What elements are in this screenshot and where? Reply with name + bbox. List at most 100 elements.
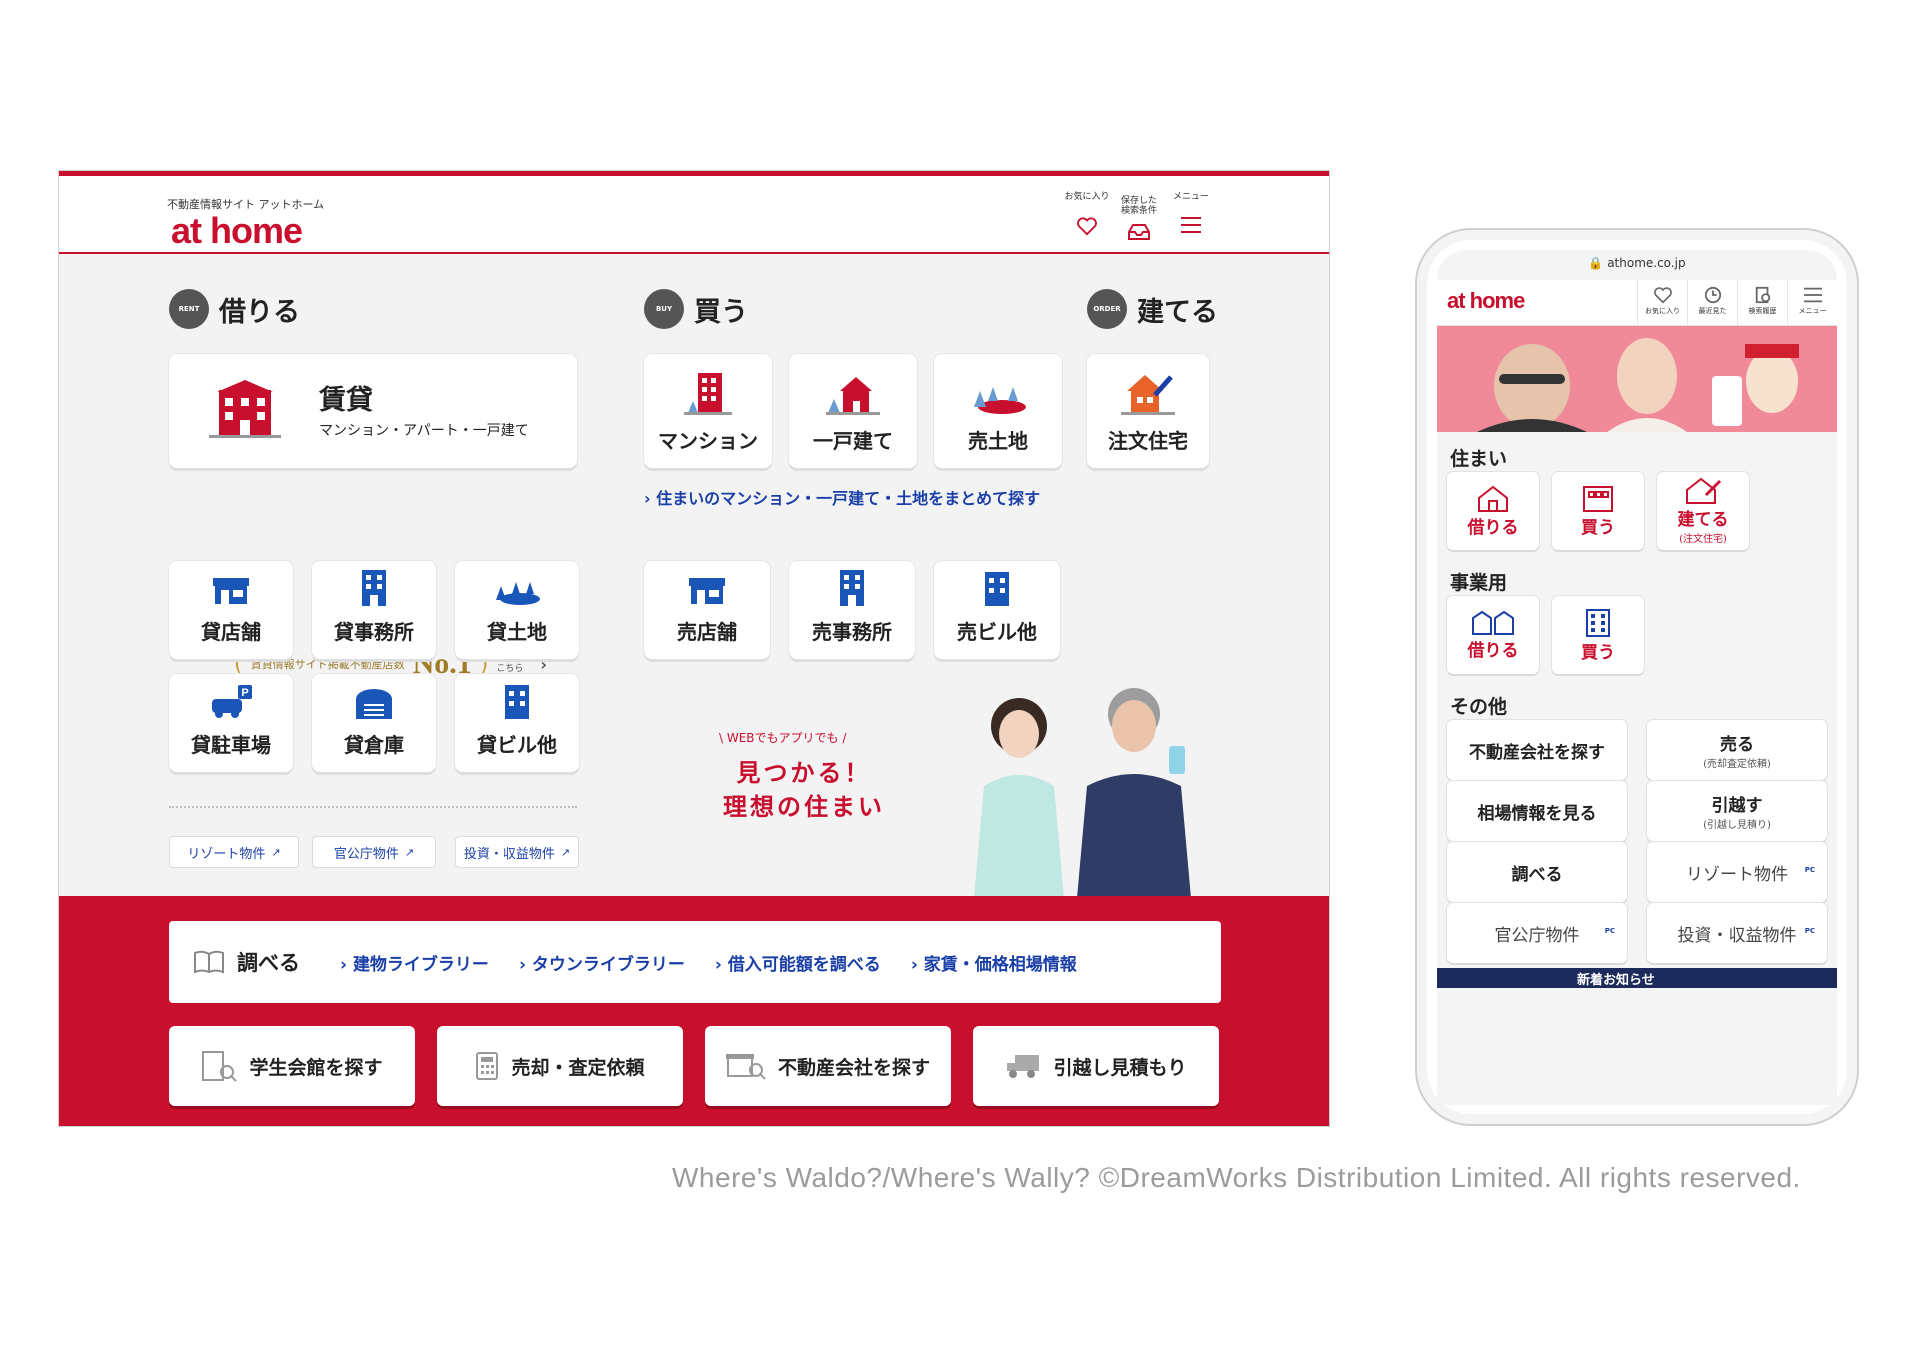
athome-logo[interactable]: at home: [171, 210, 303, 252]
sell-office-tile[interactable]: 売事務所: [789, 561, 915, 659]
phone-moving-button[interactable]: 引越す (引越し見積り): [1647, 781, 1827, 841]
document-search-icon: [1755, 286, 1770, 304]
promo-people-image: [974, 688, 1191, 898]
build-section-title: 建てる: [1137, 296, 1218, 328]
copyright-notice: Where's Waldo?/Where's Wally? ©DreamWork…: [672, 1162, 1801, 1193]
moving-estimate-button[interactable]: 引越し見積もり: [973, 1026, 1219, 1106]
phone-investment-button[interactable]: 投資・収益物件 PC: [1647, 903, 1827, 963]
land-icon: [974, 387, 1026, 414]
phone-athome-logo[interactable]: at home: [1447, 288, 1525, 314]
phone-home-build-label: 建てる: [1677, 510, 1729, 530]
phone-business-heading: 事業用: [1450, 572, 1508, 594]
phone-history-button[interactable]: 検索履歴: [1737, 280, 1787, 326]
promo-small-text: \ WEBでもアプリでも /: [719, 731, 847, 745]
phone-find-agency-button[interactable]: 不動産会社を探す: [1447, 720, 1627, 780]
phone-recent-button[interactable]: 最近見た: [1687, 280, 1737, 326]
sell-store-tile[interactable]: 売店舗: [644, 561, 770, 659]
town-library-link[interactable]: › タウンライブラリー: [519, 950, 685, 975]
menu-button[interactable]: メニュー: [1163, 192, 1219, 234]
calculator-icon: [476, 1052, 499, 1080]
rent-warehouse-label: 貸倉庫: [344, 733, 404, 757]
find-agency-button[interactable]: 不動産会社を探す: [705, 1026, 951, 1106]
buy-all-link[interactable]: › 住まいのマンション・一戸建て・土地をまとめて探す: [644, 485, 1040, 509]
promo-small-label: WEBでもアプリでも: [726, 731, 839, 745]
rent-store-tile[interactable]: 貸店舗: [169, 561, 293, 659]
promo-line2: 理想の住まい: [723, 793, 885, 821]
buy-badge-icon: BUY: [644, 289, 684, 329]
phone-history-label: 検索履歴: [1748, 307, 1777, 315]
buy-mansion-tile[interactable]: マンション: [644, 354, 772, 468]
house-outline-icon: [1478, 485, 1508, 512]
inbox-icon: [1128, 224, 1150, 240]
phone-market-label: 相場情報を見る: [1477, 803, 1597, 824]
parking-car-icon: P: [212, 685, 252, 718]
external-link-icon: ↗: [271, 845, 281, 859]
phone-home-buy-card[interactable]: 買う: [1552, 472, 1644, 550]
shop-outline-icon: [1472, 610, 1514, 635]
phone-government-button[interactable]: 官公庁物件 PC: [1447, 903, 1627, 963]
agency-search-icon: [725, 1054, 766, 1080]
phone-news-strip[interactable]: 新着お知らせ: [1437, 968, 1837, 988]
phone-home-build-card[interactable]: 建てる (注文住宅): [1657, 472, 1749, 550]
address-bar[interactable]: 🔒 athome.co.jp: [1437, 256, 1837, 270]
phone-sell-button[interactable]: 売る (売却査定依頼): [1647, 720, 1827, 780]
phone-resort-button[interactable]: リゾート物件 PC: [1647, 842, 1827, 902]
building-library-text: 建物ライブラリー: [352, 954, 489, 975]
phone-resort-label: リゾート物件: [1686, 864, 1788, 885]
buy-house-tile[interactable]: 一戸建て: [789, 354, 917, 468]
rent-badge-icon: RENT: [169, 289, 209, 329]
promo-headline: 見つかる！ 理想の住まい: [719, 756, 889, 824]
phone-home-buy-label: 買う: [1581, 517, 1615, 538]
svg-text:P: P: [241, 687, 248, 699]
investment-link[interactable]: 投資・収益物件 ↗: [455, 836, 579, 868]
buy-house-label: 一戸建て: [813, 429, 893, 453]
phone-research-button[interactable]: 調べる: [1447, 842, 1627, 902]
town-library-text: タウンライブラリー: [531, 954, 685, 975]
loan-calc-link[interactable]: › 借入可能額を調べる: [715, 950, 881, 975]
buy-all-link-text: 住まいのマンション・一戸建て・土地をまとめて探す: [656, 489, 1041, 508]
rent-parking-tile[interactable]: P 貸駐車場: [169, 674, 293, 772]
saved-search-button[interactable]: 保存した 検索条件: [1111, 186, 1167, 252]
build-badge-icon: ORDER: [1087, 289, 1127, 329]
government-link[interactable]: 官公庁物件 ↗: [312, 836, 436, 868]
pc-external-icon: PC: [1804, 927, 1815, 935]
sell-building-tile[interactable]: 売ビル他: [934, 561, 1060, 659]
build-custom-home-label: 注文住宅: [1108, 429, 1188, 453]
rent-land-tile[interactable]: 貸土地: [455, 561, 579, 659]
research-label-text: 調べる: [237, 951, 300, 975]
student-housing-button[interactable]: 学生会館を探す: [169, 1026, 415, 1106]
buy-land-tile[interactable]: 売土地: [934, 354, 1062, 468]
promo-line1: 見つかる！: [736, 759, 872, 787]
build-section-heading: ORDER 建てる: [1087, 289, 1218, 329]
rent-office-tile[interactable]: 貸事務所: [312, 561, 436, 659]
research-bar: 調べる › 建物ライブラリー › タウンライブラリー › 借入可能額を調べる ›…: [169, 921, 1221, 1003]
hamburger-icon: [1181, 217, 1201, 233]
phone-biz-rent-card[interactable]: 借りる: [1447, 596, 1539, 674]
sell-appraisal-label: 売却・査定依頼: [511, 1056, 645, 1079]
heart-icon: [1077, 217, 1097, 236]
promo-banner-image[interactable]: [1437, 326, 1837, 432]
resort-link[interactable]: リゾート物件 ↗: [169, 836, 299, 868]
rent-section-title: 借りる: [219, 296, 300, 328]
rent-warehouse-tile[interactable]: 貸倉庫: [312, 674, 436, 772]
phone-favorites-button[interactable]: お気に入り: [1637, 280, 1687, 326]
phone-biz-buy-card[interactable]: 買う: [1552, 596, 1644, 674]
phone-market-button[interactable]: 相場情報を見る: [1447, 781, 1627, 841]
build-custom-home-tile[interactable]: 注文住宅: [1087, 354, 1209, 468]
sell-appraisal-button[interactable]: 売却・査定依頼: [437, 1026, 683, 1106]
rent-main-card[interactable]: 賃貸 マンション・アパート・一戸建て: [169, 354, 577, 468]
phone-header: at home お気に入り 最近見た 検索履歴 メニュー: [1437, 280, 1837, 326]
phone-home-rent-card[interactable]: 借りる: [1447, 472, 1539, 550]
phone-research-label: 調べる: [1511, 864, 1563, 885]
building-library-link[interactable]: › 建物ライブラリー: [340, 950, 489, 975]
apartment-building-icon: [209, 380, 281, 438]
rent-building-tile[interactable]: 貸ビル他: [455, 674, 579, 772]
market-price-text: 家賃・価格相場情報: [923, 954, 1077, 975]
buy-section-heading: BUY 買う: [644, 289, 748, 329]
phone-menu-button[interactable]: メニュー: [1787, 280, 1837, 326]
custom-home-icon: [1121, 375, 1175, 415]
rent-land-label: 貸土地: [487, 620, 547, 644]
favorites-button[interactable]: お気に入り: [1059, 192, 1115, 236]
rent-section-heading: RENT 借りる: [169, 289, 300, 329]
market-price-link[interactable]: › 家賃・価格相場情報: [911, 950, 1077, 975]
